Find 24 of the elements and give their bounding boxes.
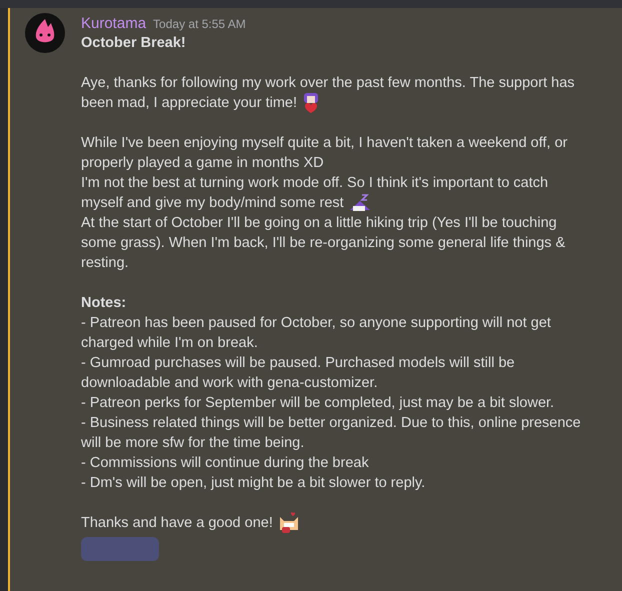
message-text: been mad, I appreciate your time!: [81, 94, 298, 113]
message-text: some grass). When I'm back, I'll be re-organizing some general life things &: [81, 234, 566, 253]
message-text: will be more sfw for the time being.: [81, 434, 304, 453]
timestamp: Today at 5:55 AM: [153, 16, 246, 33]
message-heading: Notes:: [81, 294, 126, 313]
message-text: - Business related things will be better organized. Due to this, online presence: [81, 414, 581, 433]
message-text: resting.: [81, 254, 129, 273]
message-text: - Patreon perks for September will be completed, just may be a bit slower.: [81, 394, 554, 413]
message-text: Aye, thanks for following my work over the past few months. The support has: [81, 74, 575, 93]
message-text: - Dm's will be open, just might be a bit slower to reply.: [81, 474, 426, 493]
message-text: - Patreon has been paused for October, so anyone supporting will not get: [81, 314, 551, 333]
message-text: While I've been enjoying myself quite a bit, I haven't taken a weekend off, or: [81, 134, 568, 153]
message-text: downloadable and work with gena-customizer.: [81, 374, 378, 393]
message-text: At the start of October I'll be going on a little hiking trip (Yes I'll be touching: [81, 214, 557, 233]
message-text: - Gumroad purchases will be paused. Purchased models will still be: [81, 354, 515, 373]
message-heading: October Break!: [81, 34, 186, 53]
message-text: myself and give my body/mind some rest: [81, 194, 344, 213]
message-text: Thanks and have a good one!: [81, 514, 273, 533]
message-text: properly played a game in months XD: [81, 154, 324, 173]
message-text: - Commissions will continue during the break: [81, 454, 369, 473]
avatar-icon[interactable]: [25, 13, 65, 53]
message-text: charged while I'm on break.: [81, 334, 258, 353]
author-name[interactable]: Kurotama: [81, 13, 146, 36]
message-text: I'm not the best at turning work mode off. So I think it's important to catch: [81, 174, 548, 193]
